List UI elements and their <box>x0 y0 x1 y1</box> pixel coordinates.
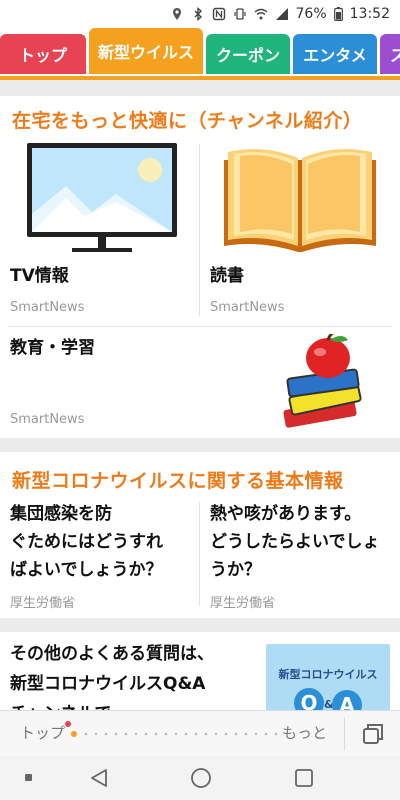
page-label-left[interactable]: トップ <box>20 722 65 743</box>
covid-basic-info-card: 新型コロナウイルスに関する基本情報 集団感染を防 ぐためにはどうすれ ばよいでし… <box>0 452 400 618</box>
tab-entertainment[interactable]: エンタメ <box>293 34 377 74</box>
tab-top[interactable]: トップ <box>0 34 86 74</box>
wifi-icon <box>254 8 267 20</box>
system-nav-bar <box>0 756 400 800</box>
faq-text-line: 新型コロナウイルスQ&A <box>10 674 206 694</box>
article-source: 厚生労働省 <box>210 596 276 611</box>
article-title-line: 集団感染を防 <box>10 504 112 524</box>
page-dots <box>71 731 278 737</box>
home-icon[interactable] <box>190 767 212 789</box>
channel-item-reading[interactable]: 読書 SmartNews <box>200 140 400 322</box>
article-title-line: ぐためにはどうすれ <box>10 532 163 552</box>
channel-intro-card: 在宅をもっと快適に（チャンネル紹介） TV情報 SmartNews 読書 Sma… <box>0 96 400 438</box>
section-title: 新型コロナウイルスに関する基本情報 <box>12 470 344 492</box>
channel-item-tv[interactable]: TV情報 SmartNews <box>0 140 199 322</box>
page-indicator-bar: トップ もっと <box>0 710 400 756</box>
category-tab-bar: トップ 新型ウイルス クーポン エンタメ ス <box>0 28 400 80</box>
tab-sports-partial[interactable]: ス <box>380 34 400 74</box>
article-source: 厚生労働省 <box>10 596 76 611</box>
tab-underline <box>0 76 400 80</box>
thumbnail-label: 新型コロナウイルス <box>278 668 378 681</box>
article-title-line: ばよいでしょうか？ <box>10 560 163 580</box>
location-icon <box>172 8 181 20</box>
article-title-line: 熱や咳があります。 <box>210 504 362 524</box>
channel-source: SmartNews <box>10 300 85 315</box>
article-item[interactable]: 熱や咳があります。 どうしたらよいでしょ うか？ 厚生労働省 <box>200 498 400 618</box>
row-divider <box>8 326 392 327</box>
channel-item-education[interactable]: 教育・学習 SmartNews <box>0 328 400 434</box>
channel-title: 読書 <box>210 266 244 286</box>
channel-source: SmartNews <box>10 412 85 427</box>
current-page-dot <box>65 721 71 727</box>
battery-icon <box>333 7 343 21</box>
book-icon <box>224 149 376 252</box>
nfc-icon <box>212 7 225 21</box>
screen: 76% 13:52 トップ 新型ウイルス クーポン エンタメ ス 在宅をもっと快… <box>0 0 400 800</box>
faq-text-line: その他のよくある質問は、 <box>10 644 214 664</box>
signal-icon <box>275 8 288 20</box>
tv-icon <box>27 143 177 252</box>
channel-title: TV情報 <box>10 266 69 286</box>
tab-coupon[interactable]: クーポン <box>206 34 290 74</box>
status-bar: 76% 13:52 <box>0 0 400 28</box>
faq-thumbnail: 新型コロナウイルス Q & A <box>266 644 390 712</box>
channel-source: SmartNews <box>210 300 285 315</box>
article-item[interactable]: 集団感染を防 ぐためにはどうすれ ばよいでしょうか？ 厚生労働省 <box>0 498 199 618</box>
vibrate-icon <box>233 8 246 20</box>
tabs-overview-icon[interactable] <box>362 723 384 745</box>
faq-card[interactable]: その他のよくある質問は、 新型コロナウイルスQ&A チャンネルで 新型コロナウイ… <box>0 632 400 712</box>
back-icon[interactable] <box>88 767 110 789</box>
bar-divider <box>344 717 345 751</box>
channel-title: 教育・学習 <box>10 338 95 358</box>
article-title-line: うか？ <box>210 560 261 580</box>
battery-percent: 76% <box>295 6 327 22</box>
page-label-more[interactable]: もっと <box>282 722 327 743</box>
apple-books-icon <box>283 334 362 428</box>
menu-dot-icon[interactable] <box>25 774 32 781</box>
bluetooth-icon <box>194 7 202 21</box>
clock: 13:52 <box>349 6 390 22</box>
article-title-line: どうしたらよいでしょ <box>210 532 380 552</box>
qa-badge-q: Q <box>294 688 324 712</box>
tab-new-virus[interactable]: 新型ウイルス <box>89 28 203 74</box>
section-title: 在宅をもっと快適に（チャンネル紹介） <box>12 110 363 132</box>
recent-apps-icon[interactable] <box>293 767 315 789</box>
qa-badge-a: A <box>332 690 362 712</box>
